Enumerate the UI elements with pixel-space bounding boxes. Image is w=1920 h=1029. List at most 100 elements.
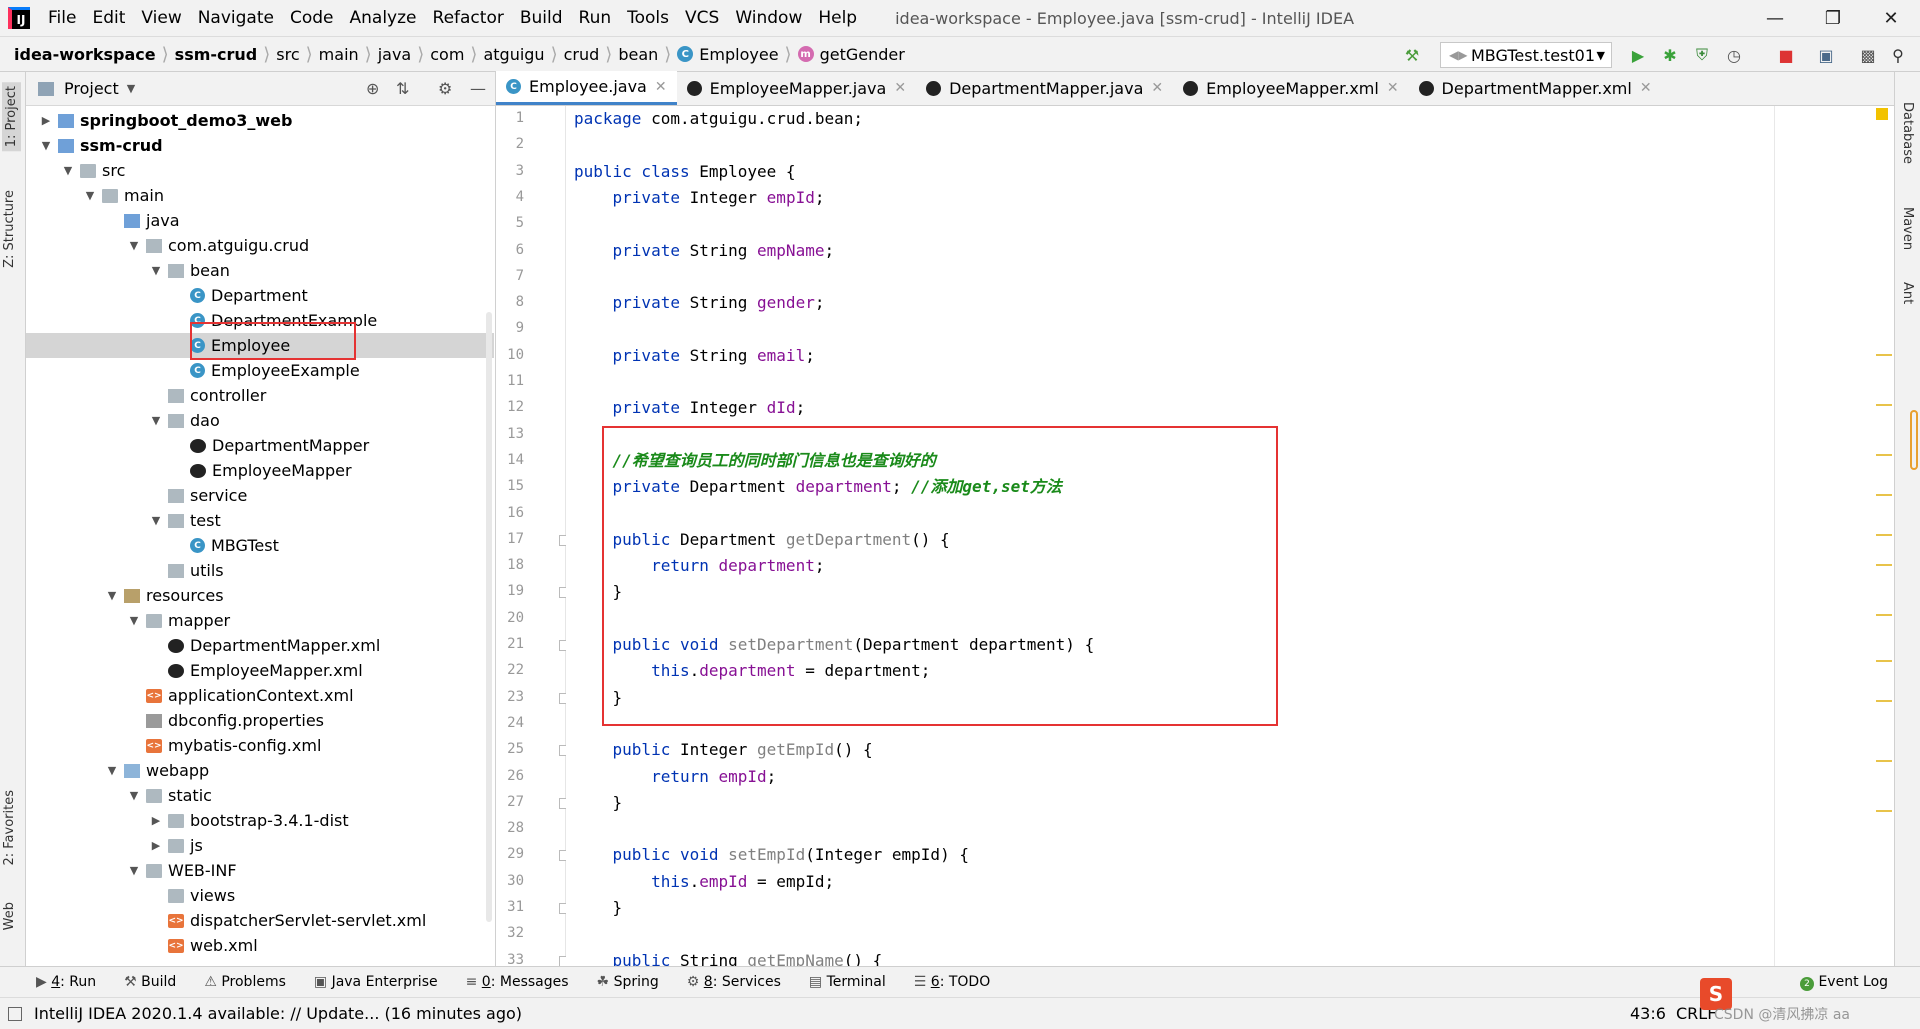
menu-help[interactable]: Help — [818, 8, 857, 28]
collapsed-arrow-icon[interactable]: ▶ — [148, 839, 164, 852]
chevron-down-icon[interactable]: ▼ — [127, 82, 135, 95]
expanded-arrow-icon[interactable]: ▼ — [104, 764, 120, 777]
close-tab-icon[interactable]: ✕ — [894, 80, 906, 96]
warning-marker[interactable] — [1876, 700, 1892, 702]
tree-item[interactable]: C MBGTest — [26, 533, 494, 558]
tree-item[interactable]: java — [26, 208, 494, 233]
coverage-icon[interactable]: ⛨ — [1692, 45, 1712, 65]
caret-position[interactable]: 43:6 — [1630, 1004, 1666, 1023]
breadcrumb-item[interactable]: bean — [618, 45, 658, 64]
tree-item[interactable]: EmployeeMapper — [26, 458, 494, 483]
tree-item[interactable]: C Department — [26, 283, 494, 308]
tree-item[interactable]: ▶ springboot_demo3_web — [26, 108, 494, 133]
tree-item[interactable]: controller — [26, 383, 494, 408]
menu-file[interactable]: File — [48, 8, 76, 28]
project-tool-tab[interactable]: 1: Project — [2, 82, 21, 152]
collapse-all-icon[interactable]: ⇅ — [396, 79, 409, 98]
database-tool-tab[interactable]: Database — [1900, 102, 1915, 164]
profile-icon[interactable]: ◷ — [1724, 45, 1744, 65]
close-tab-icon[interactable]: ✕ — [1151, 80, 1163, 96]
warning-marker[interactable] — [1876, 614, 1892, 616]
locate-icon[interactable]: ⊕ — [366, 79, 379, 98]
favorites-tool-tab[interactable]: 2: Favorites — [2, 790, 17, 866]
tree-item[interactable]: EmployeeMapper.xml — [26, 658, 494, 683]
editor-tab[interactable]: DepartmentMapper.java ✕ — [916, 71, 1173, 105]
collapsed-arrow-icon[interactable]: ▶ — [148, 814, 164, 827]
tool-window-todo[interactable]: ☰ 6: TODO — [914, 974, 990, 990]
warning-marker[interactable] — [1876, 760, 1892, 762]
inspection-status-icon[interactable] — [1876, 108, 1888, 120]
breadcrumb-item[interactable]: C Employee — [677, 45, 779, 64]
hide-panel-icon[interactable]: — — [470, 79, 486, 98]
tree-item[interactable]: DepartmentMapper — [26, 433, 494, 458]
maven-tool-tab[interactable]: Maven — [1900, 207, 1915, 250]
tree-item[interactable]: views — [26, 883, 494, 908]
warning-marker[interactable] — [1876, 404, 1892, 406]
ant-tool-tab[interactable]: Ant — [1900, 282, 1915, 304]
expanded-arrow-icon[interactable]: ▼ — [126, 789, 142, 802]
tree-item[interactable]: ▼ com.atguigu.crud — [26, 233, 494, 258]
menu-vcs[interactable]: VCS — [685, 8, 719, 28]
close-button[interactable]: ✕ — [1862, 0, 1920, 36]
collapsed-arrow-icon[interactable]: ▶ — [38, 114, 54, 127]
menu-refactor[interactable]: Refactor — [433, 8, 504, 28]
tool-window-problems[interactable]: ⚠ Problems — [204, 974, 286, 990]
close-tab-icon[interactable]: ✕ — [1387, 80, 1399, 96]
expanded-arrow-icon[interactable]: ▼ — [126, 614, 142, 627]
tree-item[interactable]: ▼ ssm-crud — [26, 133, 494, 158]
editor-tab[interactable]: EmployeeMapper.java ✕ — [677, 71, 916, 105]
status-message[interactable]: IntelliJ IDEA 2020.1.4 available: // Upd… — [34, 1004, 522, 1023]
tree-item[interactable]: utils — [26, 558, 494, 583]
terminal-window-icon[interactable]: ▩ — [1858, 45, 1878, 65]
tree-item[interactable]: <> web.xml — [26, 933, 494, 958]
breadcrumb-item[interactable]: com — [430, 45, 464, 64]
breadcrumb-item[interactable]: idea-workspace — [14, 45, 156, 64]
tree-item[interactable]: DepartmentMapper.xml — [26, 633, 494, 658]
tree-item[interactable]: ▼ test — [26, 508, 494, 533]
run-icon[interactable]: ▶ — [1628, 45, 1648, 65]
expanded-arrow-icon[interactable]: ▼ — [148, 264, 164, 277]
tree-item[interactable]: ▼ main — [26, 183, 494, 208]
tree-item[interactable]: <> dispatcherServlet-servlet.xml — [26, 908, 494, 933]
tool-window-run[interactable]: ▶ 4: Run — [36, 974, 96, 990]
tree-item[interactable]: ▼ WEB-INF — [26, 858, 494, 883]
expanded-arrow-icon[interactable]: ▼ — [104, 589, 120, 602]
tool-window-services[interactable]: ⚙ 8: Services — [687, 974, 781, 990]
tree-item[interactable]: ▼ mapper — [26, 608, 494, 633]
editor-tab[interactable]: C Employee.java ✕ — [496, 71, 677, 105]
tool-window-terminal[interactable]: ▤ Terminal — [809, 974, 886, 990]
menu-navigate[interactable]: Navigate — [198, 8, 274, 28]
breadcrumb-item[interactable]: java — [378, 45, 412, 64]
close-tab-icon[interactable]: ✕ — [655, 79, 667, 95]
tree-item[interactable]: ▼ dao — [26, 408, 494, 433]
warning-marker[interactable] — [1876, 660, 1892, 662]
breadcrumb-item[interactable]: main — [319, 45, 359, 64]
tree-item[interactable]: ▼ static — [26, 783, 494, 808]
warning-marker[interactable] — [1876, 810, 1892, 812]
debug-icon[interactable]: ✱ — [1660, 45, 1680, 65]
minimize-button[interactable]: — — [1746, 0, 1804, 36]
tree-item[interactable]: <> mybatis-config.xml — [26, 733, 494, 758]
tool-window-messages[interactable]: ≡ 0: Messages — [466, 974, 569, 990]
search-icon[interactable]: ⚲ — [1888, 45, 1908, 65]
tree-item[interactable]: ▼ webapp — [26, 758, 494, 783]
warning-marker[interactable] — [1876, 494, 1892, 496]
menu-build[interactable]: Build — [520, 8, 563, 28]
breadcrumb-item[interactable]: src — [276, 45, 299, 64]
event-log-button[interactable]: 2 Event Log — [1800, 974, 1888, 991]
project-panel-title[interactable]: Project — [64, 79, 119, 98]
tree-item[interactable]: ▼ resources — [26, 583, 494, 608]
menu-run[interactable]: Run — [579, 8, 612, 28]
build-hammer-icon[interactable]: ⚒ — [1402, 45, 1422, 65]
web-tool-tab[interactable]: Web — [2, 902, 17, 930]
editor-tab[interactable]: DepartmentMapper.xml ✕ — [1409, 71, 1662, 105]
menu-edit[interactable]: Edit — [92, 8, 125, 28]
project-structure-icon[interactable]: ▣ — [1816, 45, 1836, 65]
tree-item[interactable]: ▶ js — [26, 833, 494, 858]
run-config-select[interactable]: ◀▶ MBGTest.test01 ▼ — [1440, 42, 1612, 68]
expanded-arrow-icon[interactable]: ▼ — [148, 514, 164, 527]
warning-marker[interactable] — [1876, 454, 1892, 456]
menu-code[interactable]: Code — [290, 8, 334, 28]
warning-marker[interactable] — [1876, 354, 1892, 356]
tree-item[interactable]: <> applicationContext.xml — [26, 683, 494, 708]
